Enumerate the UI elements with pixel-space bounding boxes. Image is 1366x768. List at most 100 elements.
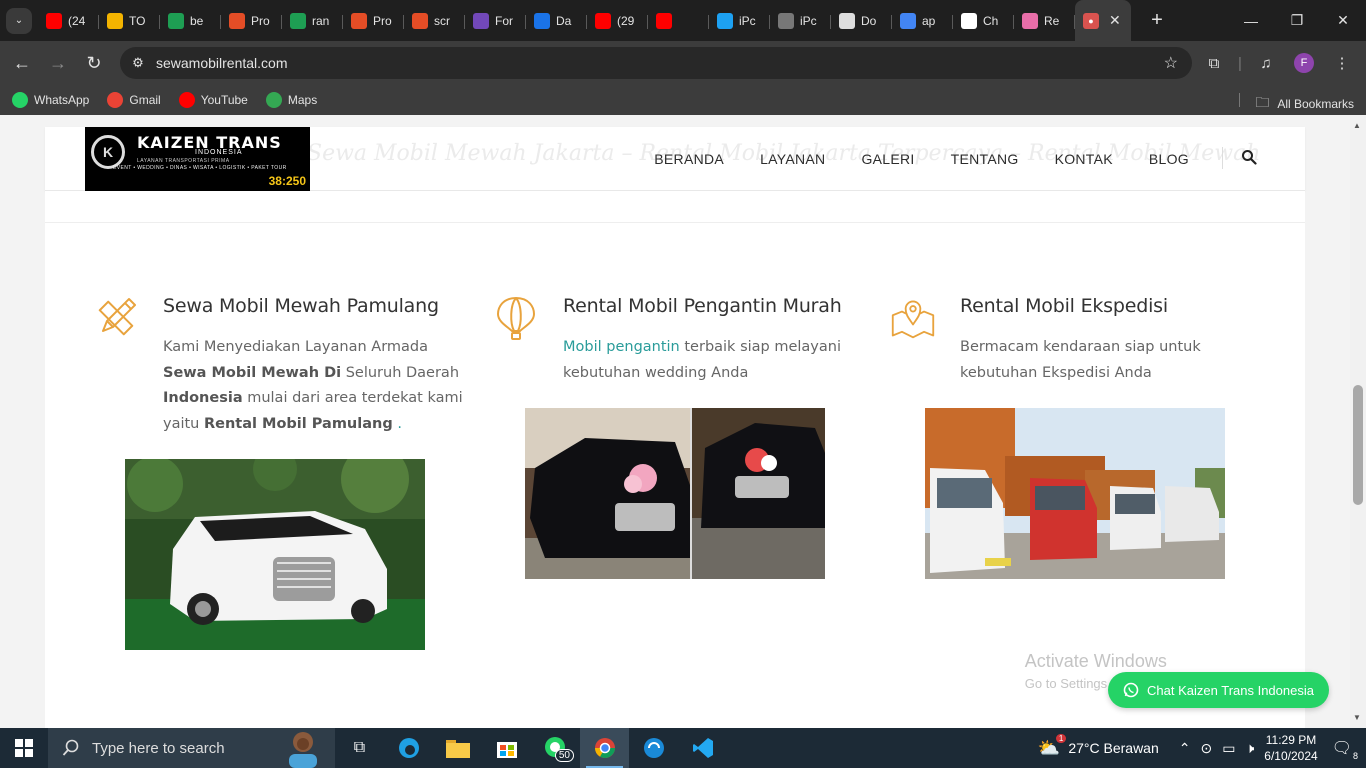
nav-layanan[interactable]: LAYANAN	[760, 151, 825, 167]
tab-title: scr	[434, 13, 450, 28]
nav-galeri[interactable]: GALERI	[861, 151, 914, 167]
tab-11[interactable]: iPc	[709, 6, 770, 36]
scroll-thumb[interactable]	[1353, 385, 1363, 505]
page-scrollbar[interactable]: ▲ ▼	[1350, 115, 1366, 728]
tab-search-button[interactable]: ⌄	[6, 7, 32, 34]
menu-icon[interactable]: ⋮	[1324, 54, 1360, 72]
bookmark-youtube[interactable]: YouTube	[178, 92, 248, 108]
scroll-up-icon[interactable]: ▲	[1353, 121, 1361, 130]
reload-button[interactable]: ↻	[76, 45, 112, 81]
back-button[interactable]: ←	[4, 45, 40, 81]
tab-title: (24	[68, 13, 86, 28]
new-tab-button[interactable]: +	[1143, 9, 1171, 32]
tab-15[interactable]: Ch	[953, 6, 1014, 36]
mobil-pengantin-link[interactable]: Mobil pengantin	[563, 339, 680, 355]
tab-3[interactable]: Pro	[221, 6, 282, 36]
weather-text[interactable]: 27°C Berawan	[1068, 740, 1158, 756]
search-placeholder: Type here to search	[92, 739, 225, 757]
tab-title: For	[495, 13, 513, 28]
feature-title: Rental Mobil Ekspedisi	[960, 295, 1168, 317]
notifications-icon[interactable]: 🗨 8	[1332, 738, 1358, 761]
tab-13[interactable]: Do	[831, 6, 892, 36]
tab-14[interactable]: ap	[892, 6, 953, 36]
taskbar-chrome[interactable]	[580, 728, 629, 768]
tab-5[interactable]: Pro	[343, 6, 404, 36]
minimize-icon[interactable]: —	[1228, 0, 1274, 41]
profile-avatar[interactable]: F	[1294, 53, 1314, 73]
project-icon	[229, 12, 245, 29]
site-info-icon[interactable]: ⚙	[120, 55, 156, 71]
browser-toolbar: ← → ↻ ⚙ sewamobilrental.com ☆ ⧉ | ♫ F ⋮	[0, 41, 1366, 85]
bookmark-maps[interactable]: Maps	[265, 92, 318, 108]
taskbar-explorer[interactable]	[433, 728, 482, 768]
bookmark-list: WhatsApp Gmail YouTube Maps	[12, 92, 335, 108]
taskbar-store[interactable]	[482, 728, 531, 768]
forward-button[interactable]: →	[40, 45, 76, 81]
header-band	[45, 191, 1305, 223]
app-icon	[643, 738, 664, 758]
extensions-icon[interactable]: ⧉	[1196, 55, 1232, 72]
logo-subtitle: INDONESIA	[195, 149, 243, 156]
task-view-button[interactable]: ⧉	[335, 728, 384, 768]
tab-12[interactable]: iPc	[770, 6, 831, 36]
nav-beranda[interactable]: BERANDA	[654, 151, 724, 167]
nav-blog[interactable]: BLOG	[1149, 151, 1189, 167]
chat-button-label: Chat Kaizen Trans Indonesia	[1147, 682, 1314, 698]
search-icon	[62, 739, 79, 756]
bookmark-gmail[interactable]: Gmail	[107, 92, 161, 108]
volume-icon[interactable]: 🕨	[1245, 740, 1254, 757]
restore-icon[interactable]: ❐	[1274, 0, 1320, 41]
bookmark-label: Maps	[287, 93, 318, 107]
taskbar-edge[interactable]	[384, 728, 433, 768]
close-window-icon[interactable]: ✕	[1320, 0, 1366, 41]
search-icon[interactable]	[1241, 149, 1257, 165]
alphard-photo	[125, 459, 425, 650]
clock[interactable]: 11:29 PM 6/10/2024	[1264, 732, 1317, 764]
weather-icon[interactable]: ⛅ 1	[1038, 733, 1067, 759]
tab-2[interactable]: be	[160, 6, 221, 36]
scroll-down-icon[interactable]: ▼	[1353, 713, 1361, 722]
tab-active[interactable]: ● ✕	[1075, 0, 1131, 41]
sheets-icon	[168, 12, 184, 29]
whatsapp-chat-button[interactable]: Chat Kaizen Trans Indonesia	[1108, 672, 1329, 708]
bookmark-whatsapp[interactable]: WhatsApp	[12, 92, 89, 108]
toolbar-actions: ⧉ | ♫ F ⋮	[1196, 41, 1366, 85]
bookmark-label: WhatsApp	[34, 93, 90, 107]
logo-emblem-icon: K	[91, 135, 125, 169]
feature-description: Mobil pengantin terbaik siap melayani ke…	[563, 339, 841, 381]
tab-8[interactable]: Da	[526, 6, 587, 36]
address-bar[interactable]: ⚙ sewamobilrental.com ☆	[120, 47, 1192, 79]
bookmark-star-icon[interactable]: ☆	[1164, 53, 1178, 73]
close-tab-icon[interactable]: ✕	[1109, 12, 1121, 29]
media-control-icon[interactable]: ♫	[1248, 55, 1284, 72]
tab-6[interactable]: scr	[404, 6, 465, 36]
all-bookmarks-button[interactable]: 🗀 All Bookmarks	[1255, 92, 1354, 116]
tab-0[interactable]: (24	[38, 6, 99, 36]
taskbar-search[interactable]: Type here to search	[48, 728, 335, 768]
site-logo[interactable]: K KAIZEN TRANS INDONESIA LAYANAN TRANSPO…	[85, 127, 310, 191]
nav-kontak[interactable]: KONTAK	[1055, 151, 1113, 167]
window-controls: — ❐ ✕	[1228, 0, 1366, 41]
location-icon[interactable]: ⊙	[1201, 740, 1213, 757]
battery-icon[interactable]: ▭	[1222, 740, 1235, 757]
tab-16[interactable]: Re	[1014, 6, 1075, 36]
tab-1[interactable]: TO	[99, 6, 160, 36]
url-text[interactable]: sewamobilrental.com	[156, 55, 288, 71]
taskbar-vscode[interactable]	[678, 728, 727, 768]
tab-10[interactable]	[648, 6, 709, 36]
taskbar-app-blue[interactable]	[629, 728, 678, 768]
tab-7[interactable]: For	[465, 6, 526, 36]
tab-4[interactable]: ran	[282, 6, 343, 36]
start-button[interactable]	[0, 728, 48, 768]
tab-title: Pro	[373, 13, 392, 28]
script-icon	[412, 12, 428, 29]
pencil-ruler-icon	[98, 298, 136, 336]
google-drive-icon	[107, 12, 123, 29]
chevron-up-icon[interactable]: ⌃	[1179, 740, 1191, 757]
all-bookmarks-label: All Bookmarks	[1277, 97, 1354, 111]
nav-tentang[interactable]: TENTANG	[951, 151, 1019, 167]
taskbar-whatsapp[interactable]: 50	[531, 728, 580, 768]
tab-9[interactable]: (29	[587, 6, 648, 36]
bookmarks-divider	[1239, 93, 1240, 107]
feature-description: Bermacam kendaraan siap untuk kebutuhan …	[960, 339, 1201, 381]
